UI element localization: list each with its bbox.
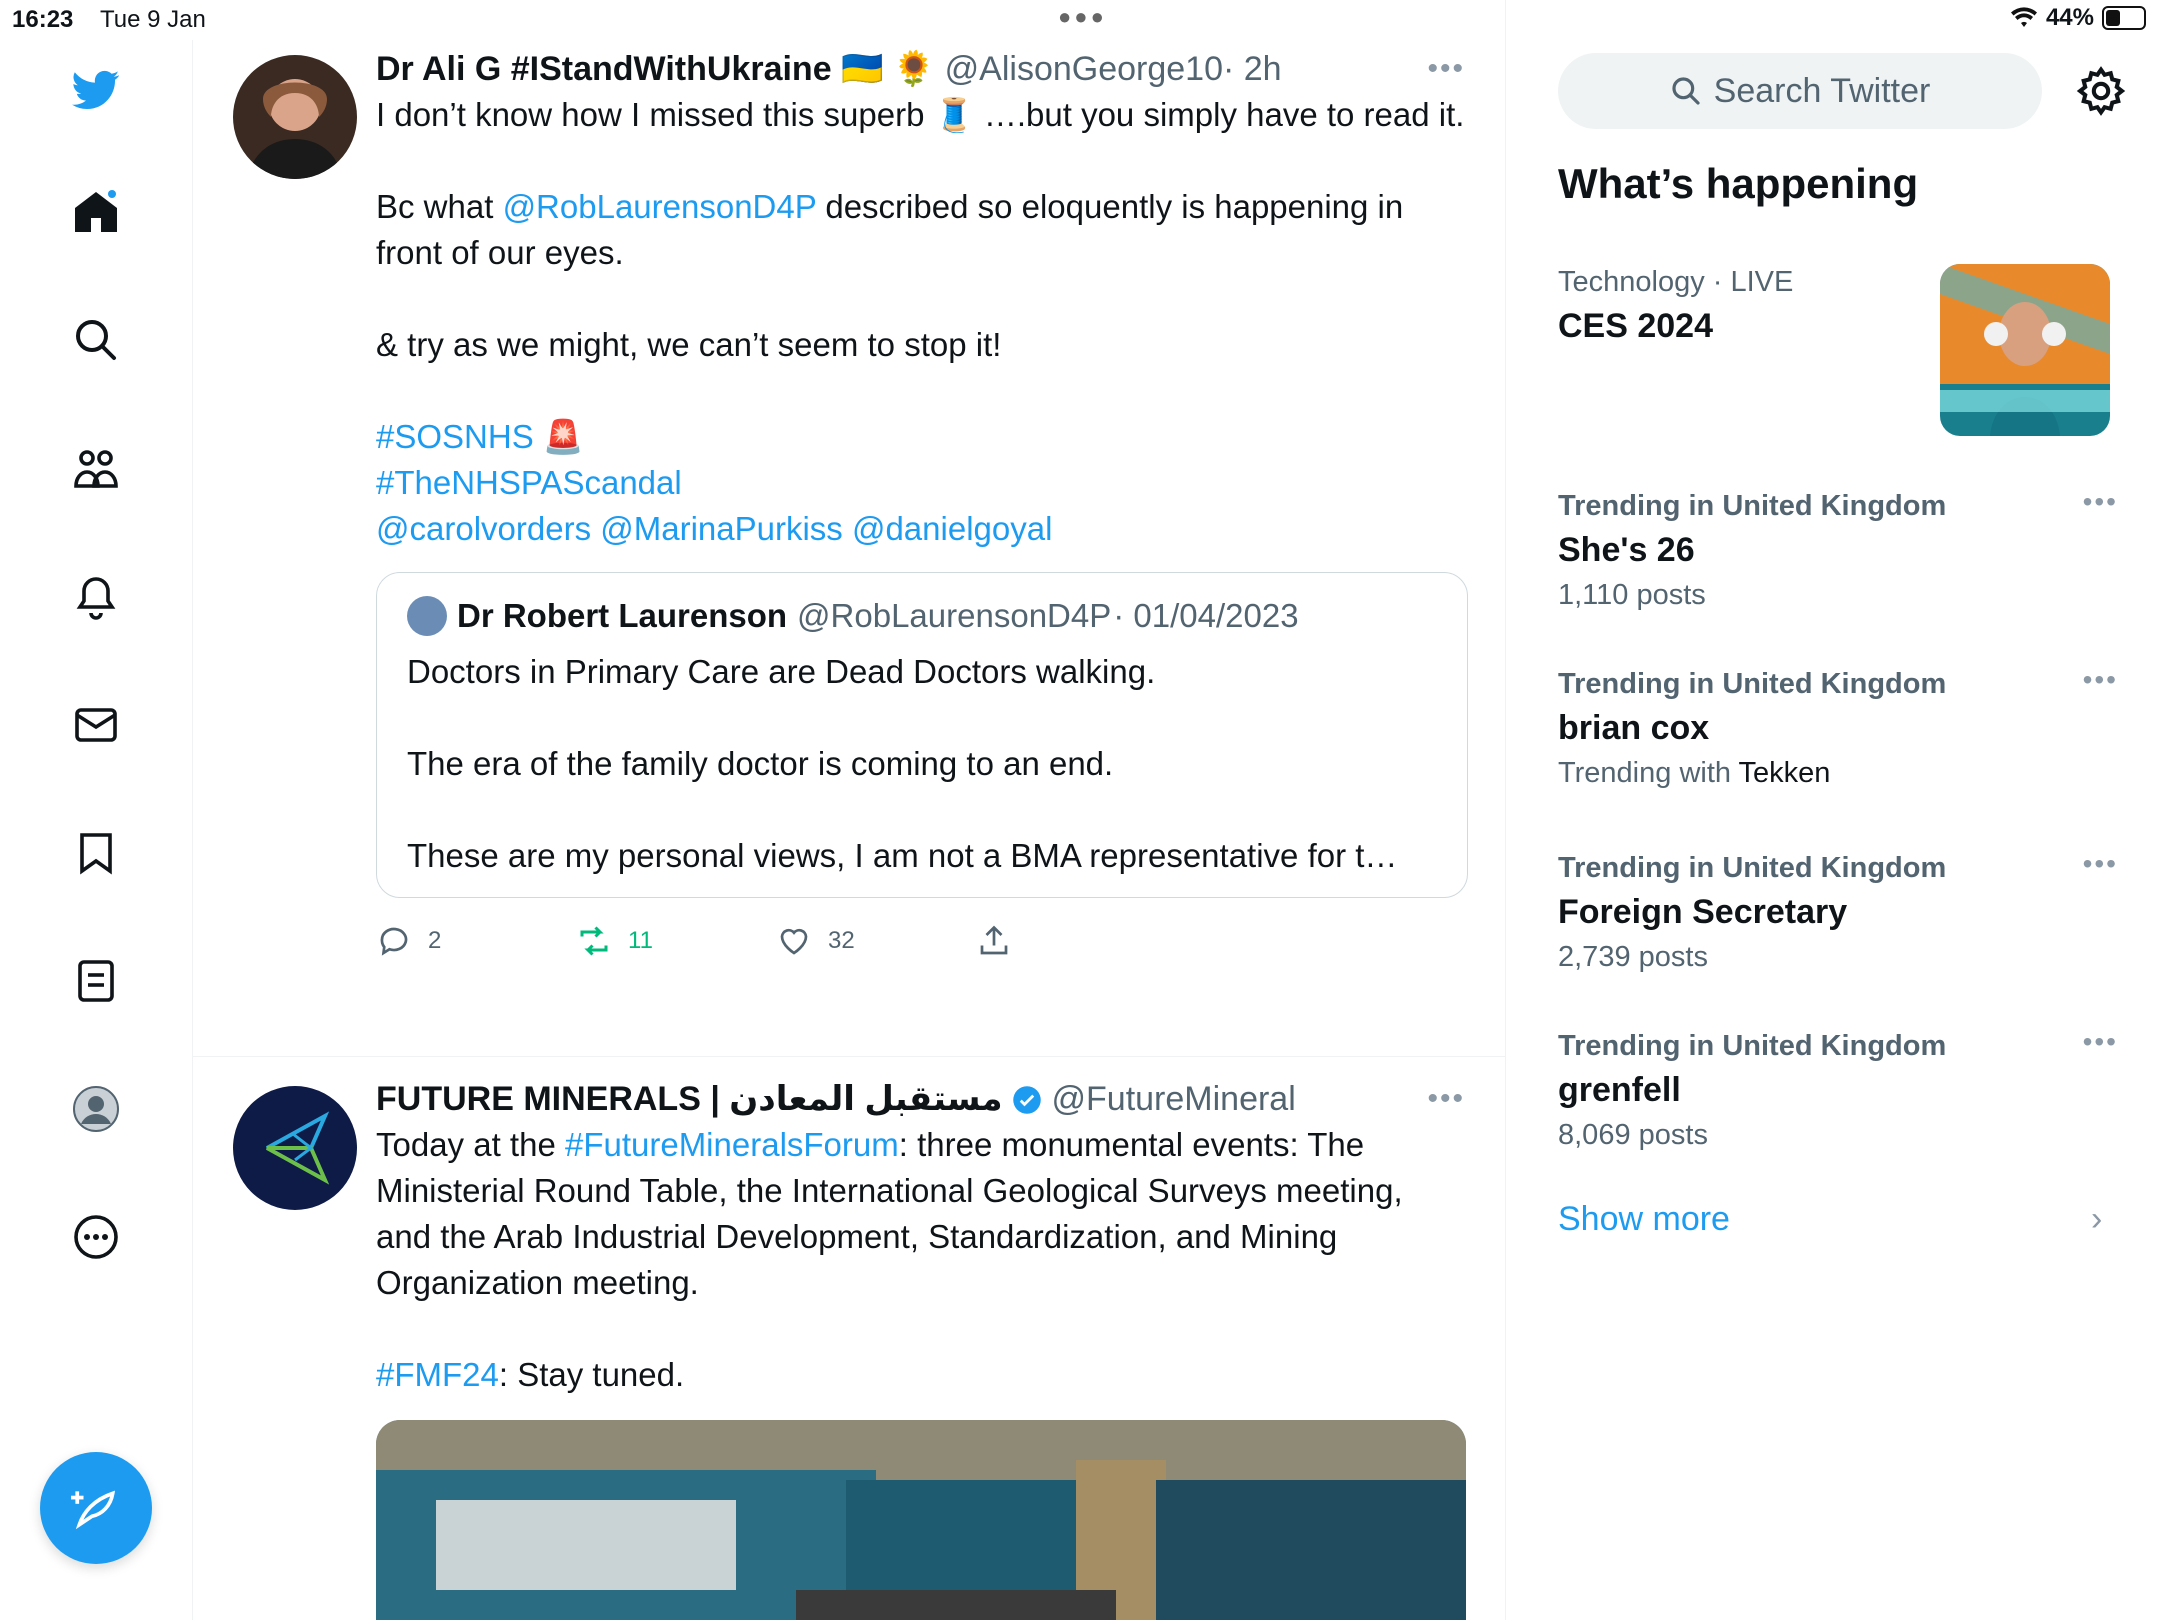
reply-button[interactable]: 2: [376, 923, 576, 959]
search-icon: [1672, 77, 1700, 105]
retweet-button[interactable]: 11: [576, 923, 776, 959]
trend-count: 8,069 posts: [1558, 1119, 1708, 1151]
author-name[interactable]: FUTURE MINERALS | مستقبل المعادن: [376, 1080, 1003, 1118]
compose-feather-icon: [71, 1490, 116, 1530]
tweet-text-line: & try as we might, we can’t seem to stop…: [376, 326, 1002, 363]
trend-meta: Trending in United Kingdom: [1558, 852, 1947, 884]
retweet-icon: [580, 926, 608, 956]
tweet-text: I don’t know how I missed this superb 🧵 …: [376, 92, 1466, 552]
heart-icon: [780, 928, 808, 955]
trend-category: Technology: [1558, 266, 1705, 298]
author-handle[interactable]: @AlisonGeorge10: [945, 50, 1223, 88]
right-sidebar: Search Twitter What’s happening Technolo…: [1506, 0, 2160, 1620]
siren-emoji: 🚨: [542, 418, 584, 455]
trend-meta: Trending in United Kingdom: [1558, 490, 1947, 522]
like-button[interactable]: 32: [776, 923, 976, 959]
quoted-text: Doctors in Primary Care are Dead Doctors…: [407, 653, 1398, 874]
trend-item[interactable]: Trending in United Kingdom Foreign Secre…: [1558, 848, 2118, 978]
quoted-author-handle: @RobLaurensonD4P: [797, 597, 1112, 634]
avatar[interactable]: [233, 55, 357, 179]
trend-topic: brian cox: [1558, 709, 1710, 747]
trend-topic: grenfell: [1558, 1071, 1681, 1109]
settings-gear-icon[interactable]: [2074, 64, 2128, 118]
trend-image[interactable]: [1940, 264, 2110, 436]
trend-item[interactable]: Trending in United Kingdom brian cox Tre…: [1558, 664, 2118, 794]
trend-more-icon[interactable]: •••: [2083, 664, 2118, 696]
timeline: Dr Ali G #IStandWithUkraine 🇺🇦 🌻 @Alison…: [193, 0, 1506, 1620]
trend-count: 2,739 posts: [1558, 941, 1708, 973]
tweet-more-icon[interactable]: •••: [1427, 52, 1465, 86]
tweet-time[interactable]: · 2h: [1223, 50, 1282, 88]
messages-envelope-icon[interactable]: [66, 695, 126, 755]
mention-link[interactable]: @RobLaurensonD4P: [503, 188, 817, 225]
tweet-text-line: Bc what: [376, 188, 503, 225]
quoted-date: · 01/04/2023: [1113, 597, 1299, 634]
search-placeholder: Search Twitter: [1713, 71, 1931, 110]
home-icon[interactable]: [66, 182, 126, 242]
trend-with-prefix: Trending with: [1558, 757, 1739, 789]
trend-more-icon[interactable]: •••: [2083, 848, 2118, 880]
trend-more-icon[interactable]: •••: [2083, 486, 2118, 518]
tweet-media-image[interactable]: [376, 1420, 1466, 1620]
mention-links[interactable]: @carolvorders @MarinaPurkiss @danielgoya…: [376, 510, 1052, 547]
author-handle[interactable]: @FutureMineral: [1052, 1080, 1296, 1118]
share-button[interactable]: [976, 923, 1176, 959]
chevron-right-icon: ›: [2091, 1200, 2103, 1238]
retweet-count: 11: [628, 927, 653, 954]
section-title: What’s happening: [1558, 160, 1919, 207]
tweet-more-icon[interactable]: •••: [1427, 1082, 1465, 1116]
hashtag-link[interactable]: #FutureMineralsForum: [565, 1126, 899, 1163]
tweet-text-line: I don’t know how I missed this superb 🧵 …: [376, 96, 1465, 133]
status-date: Tue 9 Jan: [100, 6, 206, 33]
search-icon[interactable]: [66, 310, 126, 370]
quoted-tweet[interactable]: Dr Robert Laurenson @RobLaurensonD4P · 0…: [376, 572, 1468, 898]
trend-meta: Trending in United Kingdom: [1558, 1030, 1947, 1062]
trend-topic: Foreign Secretary: [1558, 893, 1848, 931]
tweet-text-line: : Stay tuned.: [498, 1356, 685, 1393]
reply-count: 2: [428, 927, 442, 954]
twitter-logo-icon[interactable]: [66, 60, 126, 120]
like-count: 32: [828, 927, 855, 954]
trend-more-icon[interactable]: •••: [2083, 1026, 2118, 1058]
status-time: 16:23: [12, 6, 74, 33]
compose-tweet-button[interactable]: [40, 1452, 152, 1564]
quoted-avatar: [407, 596, 447, 636]
search-input[interactable]: Search Twitter: [1558, 53, 2042, 129]
communities-icon[interactable]: [66, 438, 126, 498]
notifications-bell-icon[interactable]: [66, 567, 126, 627]
avatar[interactable]: [233, 1086, 357, 1210]
tweet-text: Today at the #FutureMineralsForum: three…: [376, 1122, 1466, 1398]
tweet-actions: 2 11 32: [376, 916, 1466, 966]
bookmark-icon[interactable]: [66, 823, 126, 883]
trend-topic: She's 26: [1558, 531, 1695, 569]
hashtag-link[interactable]: #SOSNHS: [376, 418, 534, 455]
trend-meta: Trending in United Kingdom: [1558, 668, 1947, 700]
more-circle-icon[interactable]: [66, 1207, 126, 1267]
author-name[interactable]: Dr Ali G #IStandWithUkraine 🇺🇦 🌻: [376, 50, 935, 88]
trend-with-value[interactable]: Tekken: [1739, 757, 1831, 789]
quoted-author-name: Dr Robert Laurenson: [457, 597, 788, 634]
left-navigation: [0, 40, 193, 1620]
tweet-divider: [193, 1056, 1505, 1057]
profile-icon[interactable]: [66, 1079, 126, 1139]
trend-item[interactable]: Trending in United Kingdom She's 26 1,11…: [1558, 486, 2118, 616]
lists-icon[interactable]: [66, 951, 126, 1011]
hashtag-link[interactable]: #TheNHSPAScandal: [376, 464, 682, 501]
trend-item[interactable]: Trending in United Kingdom grenfell 8,06…: [1558, 1026, 2118, 1156]
tweet-text-line: Today at the: [376, 1126, 565, 1163]
hashtag-link[interactable]: #FMF24: [376, 1356, 499, 1393]
trend-count: 1,110 posts: [1558, 579, 1706, 611]
show-more-link[interactable]: Show more: [1558, 1200, 1730, 1239]
share-icon: [980, 925, 1008, 955]
reply-icon: [380, 927, 408, 956]
verified-badge-icon: [1013, 1086, 1041, 1114]
trend-live-label: · LIVE: [1704, 266, 1794, 298]
